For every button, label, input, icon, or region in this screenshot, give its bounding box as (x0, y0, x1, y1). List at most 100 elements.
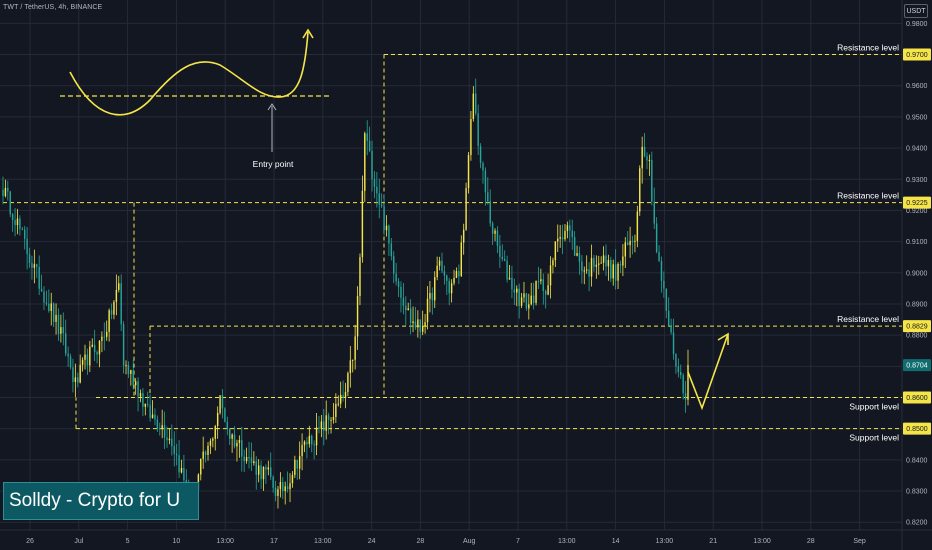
candle-body (120, 283, 122, 325)
candle-body (573, 237, 576, 256)
candle-body (629, 240, 631, 246)
candle-body (303, 441, 306, 446)
candle-body (229, 428, 231, 439)
level-label: Resistance level (837, 43, 899, 53)
candle-body (578, 253, 581, 262)
candle-body (146, 403, 149, 405)
candle-body (81, 359, 84, 365)
candle-body (274, 487, 277, 496)
candle-body (516, 288, 518, 293)
candle-body (380, 204, 383, 207)
candle-body (156, 419, 159, 429)
price-axis[interactable]: 0.9800 0.9700 0.9600 0.9500 0.9400 0.9300 0.92… (903, 21, 931, 527)
candle-body (395, 273, 397, 282)
candle-body (557, 238, 559, 242)
candle-body (98, 340, 101, 355)
candle-body (291, 474, 294, 484)
candle-body (9, 191, 11, 215)
candle-body (680, 372, 682, 376)
candle-body (238, 440, 241, 443)
candle-body (323, 421, 325, 431)
currency-button[interactable]: USDT (904, 4, 928, 18)
candle-body (301, 445, 303, 457)
candle-body (636, 211, 639, 241)
candle-body (84, 354, 86, 360)
candle-body (376, 186, 378, 194)
candle-body (257, 465, 260, 475)
candle-body (91, 344, 93, 347)
candle-body (74, 377, 77, 382)
candle-body (354, 336, 356, 360)
candle-body (655, 223, 658, 253)
candle-body (118, 283, 120, 290)
candle-body (96, 352, 98, 355)
price-tick-label: 0.9000 (906, 270, 928, 277)
candle-body (518, 288, 520, 306)
candle-body (472, 93, 475, 119)
candle-body (40, 288, 43, 292)
candle-body (308, 435, 311, 445)
candle-body (62, 327, 65, 334)
candle-body (335, 404, 337, 417)
candle-body (72, 367, 74, 382)
candle-body (641, 146, 643, 169)
candle-body (535, 281, 537, 303)
candle-body (475, 93, 477, 114)
candle-body (332, 416, 335, 420)
price-tick-label: 0.9400 (906, 146, 928, 153)
candle-body (450, 283, 453, 294)
candle-body (173, 446, 175, 454)
candle-body (64, 333, 67, 354)
candle-body (602, 255, 605, 263)
candle-body (231, 434, 233, 439)
candle-body (105, 331, 108, 337)
price-tick-label: 0.9200 (906, 208, 928, 215)
symbol-header[interactable]: TWT / TetherUS, 4h, BINANCE (3, 4, 102, 11)
candle-body (528, 304, 530, 309)
candle-body (347, 373, 349, 393)
candle-body (122, 324, 125, 366)
time-axis[interactable]: 26 Jul 5 10 13:00 17 13:00 24 28 Aug 7 13:00 14 13:00… (26, 538, 866, 545)
price-tick-label: 0.9600 (906, 83, 928, 90)
candle-body (687, 365, 689, 400)
candle-body (166, 437, 168, 441)
candle-body (318, 427, 320, 429)
candle-body (617, 264, 619, 281)
candle-body (523, 293, 525, 298)
candle-body (607, 259, 610, 267)
candle-body (501, 256, 503, 259)
candle-body (487, 192, 489, 202)
candle-body (588, 269, 590, 277)
candle-body (595, 264, 598, 267)
candle-body (16, 218, 19, 226)
candle-body (585, 269, 588, 271)
time-tick-label: 10 (173, 538, 181, 545)
candle-body (496, 230, 499, 246)
candle-body (233, 434, 236, 447)
candle-body (443, 271, 446, 276)
candle-body (405, 305, 407, 311)
time-tick-label: 13:00 (314, 538, 332, 545)
candle-body (296, 459, 298, 469)
candle-body (178, 455, 180, 473)
price-chart[interactable]: Resistance level Resistance level Resistan… (0, 0, 932, 550)
candle-body (168, 438, 171, 441)
candle-body (622, 256, 624, 266)
level-price-label: 0.8829 (906, 324, 928, 331)
grid (0, 0, 932, 550)
price-tick-label: 0.9500 (906, 114, 928, 121)
candle-body (349, 360, 352, 374)
candle-body (506, 260, 508, 280)
candle-body (583, 270, 586, 272)
chart-area[interactable]: Resistance level Resistance level Resistan… (0, 0, 932, 550)
candle-body (667, 310, 670, 326)
drawings: Entry point (60, 28, 729, 411)
candle-body (250, 457, 253, 464)
level-label: Support level (849, 402, 899, 412)
candle-body (547, 285, 549, 295)
candle-body (424, 322, 426, 327)
candle-body (139, 393, 142, 397)
candle-body (513, 289, 516, 293)
candle-body (581, 261, 583, 272)
candle-body (306, 441, 308, 445)
